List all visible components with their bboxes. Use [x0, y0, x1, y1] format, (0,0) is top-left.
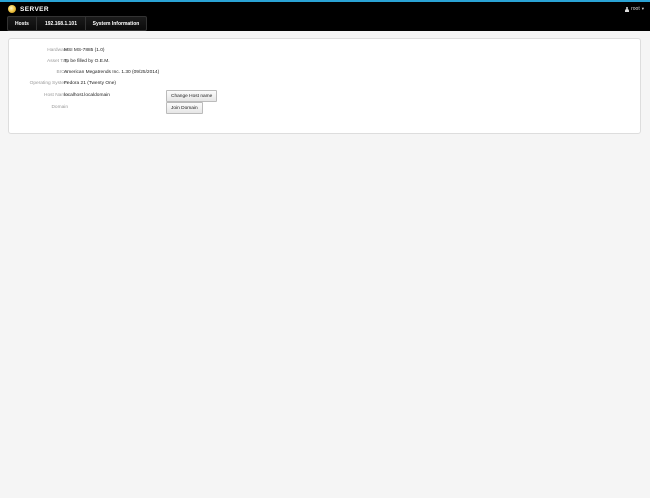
brand-text: SERVER: [20, 5, 50, 13]
user-name: root: [631, 6, 640, 12]
logo-icon: [8, 5, 16, 13]
top-bar: SERVER root ▾ Hosts 192.168.1.101 System…: [0, 0, 650, 31]
brand: SERVER: [8, 4, 49, 14]
user-menu[interactable]: root ▾: [624, 4, 644, 14]
row-operating-system: Operating System Fedora 21 (Twenty One): [9, 81, 640, 89]
row-hardware: Hardware MSI MS-7885 (1.0): [9, 48, 640, 56]
nav-host-ip[interactable]: 192.168.1.101: [36, 16, 86, 31]
nav-system-information[interactable]: System Information: [85, 16, 147, 31]
asset-tag-value: To be filled by O.E.M.: [64, 59, 110, 64]
row-asset-tag: Asset Tag To be filled by O.E.M.: [9, 59, 640, 67]
breadcrumb-nav: Hosts 192.168.1.101 System Information: [7, 16, 147, 31]
row-host-name: Host Name localhost.localdomain: [9, 93, 640, 101]
change-host-name-button[interactable]: Change Host name: [166, 90, 218, 102]
domain-label: Domain: [51, 105, 68, 110]
os-label: Operating System: [29, 81, 68, 86]
user-icon: [624, 6, 629, 12]
join-domain-button[interactable]: Join Domain: [166, 102, 203, 114]
nav-hosts[interactable]: Hosts: [7, 16, 37, 31]
system-info-panel: Hardware MSI MS-7885 (1.0) Asset Tag To …: [8, 38, 641, 134]
host-name-value: localhost.localdomain: [64, 93, 110, 98]
chevron-down-icon: ▾: [641, 6, 644, 11]
row-domain: Domain: [9, 105, 640, 113]
hardware-value: MSI MS-7885 (1.0): [64, 48, 105, 53]
bios-value: American Megatrends Inc. 1.30 (09/25/201…: [64, 70, 160, 75]
row-bios: BIOS American Megatrends Inc. 1.30 (09/2…: [9, 70, 640, 78]
os-value: Fedora 21 (Twenty One): [64, 81, 116, 86]
